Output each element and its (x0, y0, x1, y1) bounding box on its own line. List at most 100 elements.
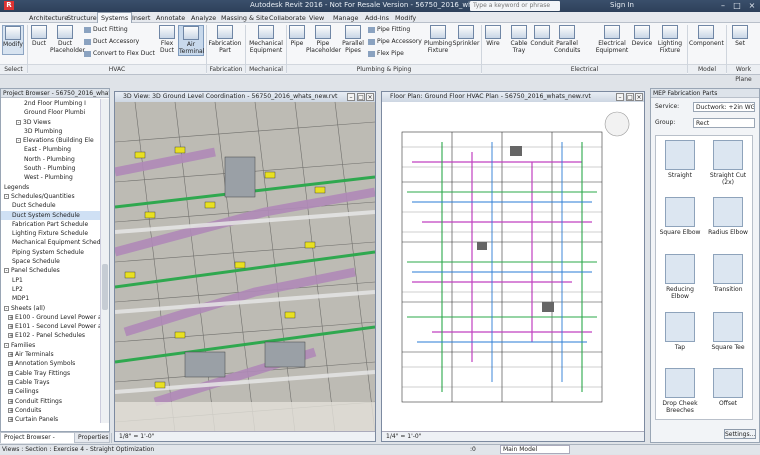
view-plan-control-bar[interactable]: 1/4" = 1'-0" (382, 431, 644, 441)
expand-icon[interactable]: + (8, 407, 13, 413)
expand-icon[interactable]: + (8, 398, 13, 404)
mechanical-equipment-button[interactable]: Mechanical Equipment (248, 25, 284, 54)
cable-tray-button[interactable]: Cable Tray (508, 25, 530, 54)
expand-icon[interactable]: + (8, 389, 13, 395)
duct-accessory-button[interactable]: Duct Accessory (84, 37, 139, 46)
collapse-icon[interactable]: - (4, 268, 9, 274)
tree-item[interactable]: - Schedules/Quantities (1, 192, 101, 201)
duct-fitting-button[interactable]: Duct Fitting (84, 25, 128, 34)
maximize-icon[interactable]: □ (730, 0, 744, 12)
active-workset-dropdown[interactable]: Main Model (500, 445, 570, 454)
close-plan-icon[interactable]: × (635, 93, 643, 101)
component-button[interactable]: Component (689, 25, 724, 47)
part-reducing-elbow[interactable]: Reducing Elbow (657, 254, 703, 300)
tab-collaborate[interactable]: Collaborate (266, 13, 309, 23)
tree-item[interactable]: Duct Schedule (1, 201, 101, 210)
flex-pipe-button[interactable]: Flex Pipe (368, 49, 404, 58)
tree-item[interactable]: Legends (1, 183, 101, 192)
close-icon[interactable]: × (745, 0, 759, 12)
browser-scrollbar[interactable] (100, 99, 109, 423)
tree-item[interactable]: + Conduit Fittings (1, 397, 101, 406)
service-dropdown[interactable]: Ductwork: +2in WG (693, 102, 755, 112)
tab-view[interactable]: View (306, 13, 327, 23)
group-select[interactable]: Select (0, 64, 27, 74)
pipe-accessory-button[interactable]: Pipe Accessory (368, 37, 422, 46)
tree-item[interactable]: Lighting Fixture Schedule (1, 229, 101, 238)
tree-item[interactable]: 2nd Floor Plumbing I (1, 99, 101, 108)
expand-icon[interactable]: + (8, 370, 13, 376)
tree-item[interactable]: West - Plumbing (1, 173, 101, 182)
expand-icon[interactable]: + (8, 417, 13, 423)
collapse-icon[interactable]: - (4, 342, 9, 348)
tree-item[interactable]: -3D Views (1, 118, 101, 127)
pipe-fitting-button[interactable]: Pipe Fitting (368, 25, 410, 34)
duct-placeholder-button[interactable]: Duct Placeholder (50, 25, 85, 54)
tree-item[interactable]: Piping System Schedule (1, 248, 101, 257)
settings-button[interactable]: Settings... (724, 429, 756, 439)
view-3d-window[interactable]: 3D View: 3D Ground Level Coordination - … (114, 91, 376, 442)
tree-item[interactable]: LP2 (1, 285, 101, 294)
tree-item[interactable]: + Curtain Panels (1, 415, 101, 423)
tree-item[interactable]: Ground Floor Plumbi (1, 108, 101, 117)
duct-button[interactable]: Duct (29, 25, 49, 47)
set-work-plane-button[interactable]: Set (729, 25, 751, 47)
expand-icon[interactable]: + (8, 379, 13, 385)
tree-item[interactable]: + E102 - Panel Schedules (1, 331, 101, 340)
tree-item[interactable]: - Sheets (all) (1, 304, 101, 313)
tree-item[interactable]: + E101 - Second Level Power an (1, 322, 101, 331)
view-plan-canvas[interactable] (382, 102, 644, 432)
tree-item[interactable]: Space Schedule (1, 257, 101, 266)
sign-in-button[interactable]: Sign In (610, 1, 634, 9)
parallel-pipes-button[interactable]: Parallel Pipes (340, 25, 366, 54)
wire-button[interactable]: Wire (483, 25, 503, 47)
tree-item[interactable]: 3D Plumbing (1, 127, 101, 136)
collapse-icon[interactable]: - (16, 119, 21, 125)
tab-structure[interactable]: Structure (64, 13, 100, 23)
group-dropdown[interactable]: Rect (693, 118, 755, 128)
tree-item[interactable]: South - Plumbing (1, 164, 101, 173)
lighting-fixture-button[interactable]: Lighting Fixture (655, 25, 685, 54)
expand-icon[interactable]: + (8, 333, 13, 339)
revit-app-menu-button[interactable]: R (4, 1, 14, 10)
view-3d-scale[interactable]: 1/8" = 1'-0" (119, 433, 154, 440)
tab-manage[interactable]: Manage (330, 13, 361, 23)
tree-item[interactable]: + Annotation Symbols (1, 359, 101, 368)
tree-item[interactable]: - Families (1, 341, 101, 350)
view-3d-control-bar[interactable]: 1/8" = 1'-0" (115, 431, 375, 441)
view-plan-window[interactable]: Floor Plan: Ground Floor HVAC Plan - 567… (381, 91, 645, 442)
part-square-elbow[interactable]: Square Elbow (657, 197, 703, 236)
collapse-icon[interactable]: - (4, 193, 9, 199)
view-3d-canvas[interactable] (115, 102, 375, 432)
modify-button[interactable]: Modify (2, 25, 24, 55)
pipe-placeholder-button[interactable]: Pipe Placeholder (306, 25, 341, 54)
tab-insert[interactable]: Insert (129, 13, 153, 23)
sprinkler-button[interactable]: Sprinkler (452, 25, 480, 47)
parallel-conduits-button[interactable]: Parallel Conduits (554, 25, 580, 54)
tree-item[interactable]: + Cable Trays (1, 378, 101, 387)
part-tap[interactable]: Tap (657, 312, 703, 351)
part-straight-cut[interactable]: Straight Cut (2x) (705, 140, 751, 186)
tree-item[interactable]: Mechanical Equipment Sched (1, 238, 101, 247)
device-button[interactable]: Device (630, 25, 654, 47)
expand-icon[interactable]: + (8, 314, 13, 320)
part-straight[interactable]: Straight (657, 140, 703, 179)
expand-icon[interactable]: + (8, 352, 13, 358)
conduit-button[interactable]: Conduit (530, 25, 554, 47)
maximize-plan-icon[interactable]: □ (626, 93, 634, 101)
project-browser-tree[interactable]: 2nd Floor Plumbing I Ground Floor Plumbi -… (1, 99, 101, 423)
part-transition[interactable]: Transition (705, 254, 751, 293)
expand-icon[interactable]: + (8, 361, 13, 367)
part-radius-elbow[interactable]: Radius Elbow (705, 197, 751, 236)
collapse-icon[interactable]: - (16, 138, 21, 144)
part-offset[interactable]: Offset (705, 368, 751, 407)
tree-item[interactable]: + Cable Tray Fittings (1, 369, 101, 378)
tree-item[interactable]: MDP1 (1, 294, 101, 303)
tree-item[interactable]: East - Plumbing (1, 145, 101, 154)
tab-properties[interactable]: Properties (75, 433, 113, 443)
maximize-view-icon[interactable]: □ (357, 93, 365, 101)
scroll-thumb[interactable] (102, 264, 108, 310)
plumbing-fixture-button[interactable]: Plumbing Fixture (424, 25, 452, 54)
tree-item[interactable]: Duct System Schedule (1, 210, 101, 220)
tab-massing-site[interactable]: Massing & Site (218, 13, 271, 23)
tab-add-ins[interactable]: Add-Ins (362, 13, 392, 23)
